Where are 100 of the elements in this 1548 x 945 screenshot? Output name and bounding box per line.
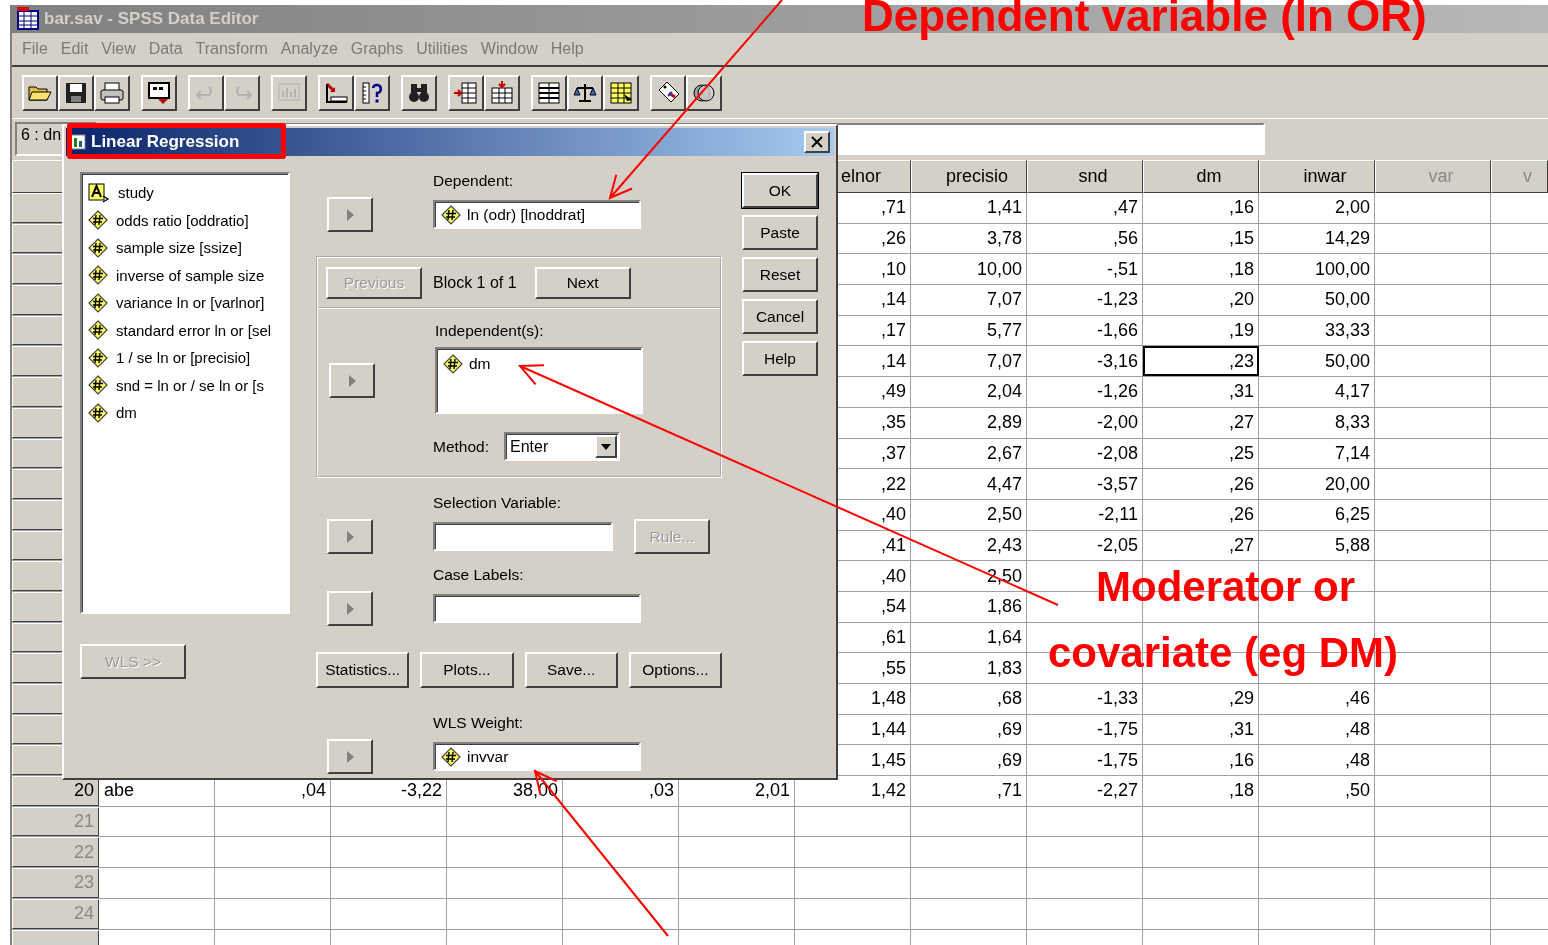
variable-item[interactable]: standard error ln or [sel [88, 316, 288, 344]
table-cell-text: 1,44 [869, 718, 907, 742]
variable-item[interactable]: dm [88, 399, 288, 427]
string-variable-icon [88, 182, 110, 203]
variable-item[interactable]: 1 / se ln or [precisio] [88, 344, 288, 372]
table-cell-text: 33,33 [1323, 319, 1371, 343]
dialog-button[interactable]: Help [742, 341, 818, 376]
table-cell-text: 1,41 [985, 196, 1023, 220]
toolbar-button[interactable] [22, 74, 58, 111]
toolbar-button[interactable] [650, 74, 686, 111]
option-button[interactable]: Plots... [420, 652, 514, 688]
toolbar-button[interactable] [603, 74, 639, 111]
table-cell-text: 6,25 [1333, 503, 1371, 527]
table-cell-text: ,31 [1227, 380, 1255, 404]
insert-row-icon [453, 79, 479, 106]
next-button[interactable]: Next [534, 266, 631, 299]
toolbar-button[interactable] [531, 74, 567, 111]
table-cell-text: ,29 [1227, 687, 1255, 711]
option-button[interactable]: Options... [628, 652, 722, 688]
numeric-variable-icon [88, 210, 108, 231]
table-cell-text: -1,75 [1095, 718, 1139, 742]
close-button[interactable] [804, 131, 830, 153]
variable-list[interactable]: study odds ratio [oddratio] sample size [ssize] inverse of sample size variance ln or [varlnor] standard error ln or [sel 1 / se ln or [precisio] snd = ln or / se ln or [s dm [80, 172, 290, 614]
table-cell-text: ,71 [879, 196, 907, 220]
numeric-variable-icon [88, 320, 108, 341]
toolbar-button[interactable] [567, 74, 603, 111]
wls-weight-field[interactable]: invvar [433, 742, 641, 771]
column-header[interactable]: precisio [911, 160, 1027, 193]
list-item[interactable]: dm [443, 354, 491, 374]
close-icon [811, 136, 823, 148]
table-cell-text: ,61 [879, 625, 907, 649]
variable-item[interactable]: inverse of sample size [88, 261, 288, 289]
toolbar-button[interactable] [484, 74, 520, 111]
table-cell-text: 2,00 [1333, 196, 1371, 220]
table-cell-text: 2,50 [985, 564, 1023, 588]
move-button[interactable] [327, 519, 373, 554]
table-cell-text: ,03 [647, 779, 675, 803]
toolbar-button[interactable] [318, 74, 354, 111]
table-cell-text: -2,05 [1095, 533, 1139, 557]
table-cell-text: 4,47 [985, 472, 1023, 496]
option-button[interactable]: Statistics... [316, 652, 410, 688]
variable-item[interactable]: odds ratio [oddratio] [88, 206, 288, 234]
field-label: Method: [433, 437, 489, 456]
selection-variable-field[interactable] [433, 522, 613, 551]
field-label: WLS Weight: [433, 714, 524, 732]
table-cell-text: ,55 [879, 656, 907, 680]
table-cell-text: ,14 [879, 349, 907, 373]
column-header[interactable]: snd [1027, 160, 1143, 193]
table-cell-text: 2,89 [985, 411, 1023, 435]
column-header[interactable]: dm [1143, 160, 1259, 193]
table-cell-text: 50,00 [1323, 349, 1371, 373]
arrow-right-icon [345, 207, 355, 222]
variable-item[interactable]: snd = ln or / se ln or [s [88, 371, 288, 399]
table-cell-text: ,46 [1343, 687, 1371, 711]
dependent-field[interactable]: ln (odr) [lnoddrat] [433, 200, 641, 229]
toolbar-button[interactable] [448, 74, 484, 111]
dialog-button[interactable]: Reset [742, 257, 818, 292]
move-button[interactable] [327, 739, 373, 774]
table-cell-text: -2,11 [1097, 503, 1139, 527]
printer-icon [99, 79, 125, 106]
independent-list[interactable]: dm [435, 347, 643, 414]
move-button[interactable] [327, 591, 373, 626]
table-cell-text: ,18 [1227, 257, 1255, 281]
table-cell-text: ,15 [1227, 227, 1255, 251]
table-cell-text: ,31 [1227, 718, 1255, 742]
column-header[interactable]: inwar [1259, 160, 1375, 193]
field-label: Independent(s): [435, 322, 544, 340]
toolbar-button[interactable] [686, 74, 722, 111]
row-header[interactable]: 20 [12, 776, 99, 806]
toolbar-button[interactable] [401, 74, 437, 111]
case-labels-field[interactable] [433, 594, 641, 623]
table-cell-text: ,14 [879, 288, 907, 312]
table-cell-text: ,48 [1343, 748, 1371, 772]
dialog-button[interactable]: OK [742, 173, 818, 208]
table-cell-text: 4,17 [1333, 380, 1371, 404]
variable-item[interactable]: study [88, 179, 288, 207]
field-label: Selection Variable: [433, 494, 562, 512]
toolbar-button[interactable] [58, 74, 94, 111]
block-counter: Block 1 of 1 [433, 273, 517, 292]
table-cell-text: ,71 [995, 779, 1023, 803]
table-cell-text: abe [103, 779, 136, 803]
table-cell-text: ,19 [1227, 319, 1255, 343]
dialog-button[interactable]: Cancel [742, 299, 818, 334]
table-cell-text: -,51 [1105, 257, 1139, 281]
toolbar-button[interactable] [141, 74, 177, 111]
toolbar-button[interactable] [94, 74, 130, 111]
option-button[interactable]: Save... [524, 652, 618, 688]
variable-item[interactable]: variance ln or [varlnor] [88, 289, 288, 317]
insert-column-icon [489, 79, 515, 106]
dialog-button[interactable]: Paste [742, 215, 818, 250]
table-cell-text: ,40 [879, 503, 907, 527]
method-dropdown[interactable]: Enter [504, 432, 620, 461]
move-button[interactable] [329, 363, 375, 398]
table-cell-text: 2,43 [985, 533, 1023, 557]
move-button[interactable] [327, 197, 373, 232]
table-icon [536, 79, 562, 106]
variable-item[interactable]: sample size [ssize] [88, 234, 288, 262]
toolbar-button[interactable] [354, 74, 390, 111]
table-cell-text: 1,86 [985, 595, 1023, 619]
table-cell-text: ,54 [879, 595, 907, 619]
